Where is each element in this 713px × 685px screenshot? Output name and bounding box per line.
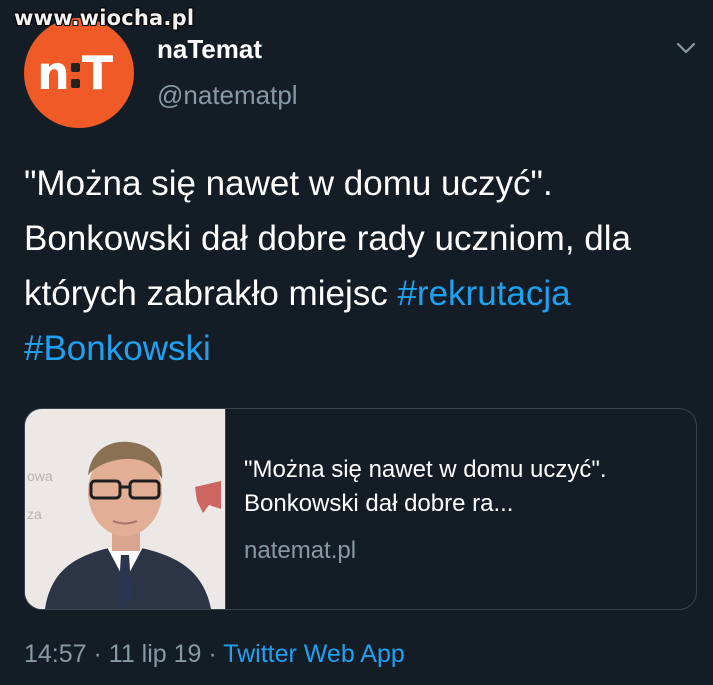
hashtag-rekrutacja[interactable]: #rekrutacja <box>397 274 570 313</box>
card-thumbnail-image: owa za <box>25 409 226 609</box>
meta-separator: · <box>201 640 224 668</box>
logo-letter-t: T <box>81 46 113 100</box>
logo-letter-n: n <box>37 46 70 100</box>
meta-separator: · <box>86 640 109 668</box>
card-domain: natemat.pl <box>244 537 357 564</box>
card-image-bg-text-2: za <box>27 506 42 522</box>
tweet-time[interactable]: 14:57 <box>24 640 87 668</box>
card-image-bg-text-1: owa <box>27 468 53 484</box>
hashtag-bonkowski[interactable]: #Bonkowski <box>24 329 211 368</box>
author-handle[interactable]: @natematpl <box>157 80 298 111</box>
tweet-date[interactable]: 11 lip 19 <box>109 640 202 668</box>
tweet-text: "Można się nawet w domu uczyć". Bonkowsk… <box>24 156 694 376</box>
link-card[interactable]: owa za "Można się nawet w domu uczyć". B… <box>24 408 697 610</box>
watermark: www.wiocha.pl <box>14 6 195 30</box>
tweet-source-link[interactable]: Twitter Web App <box>223 640 405 668</box>
tweet-metadata: 14:57 · 11 lip 19 · Twitter Web App <box>24 640 405 669</box>
card-title[interactable]: "Można się nawet w domu uczyć". Bonkowsk… <box>244 453 684 521</box>
avatar[interactable]: nT <box>24 18 134 128</box>
chevron-down-icon[interactable] <box>672 34 700 62</box>
natemat-logo: nT <box>37 46 121 100</box>
author-display-name[interactable]: naTemat <box>157 34 262 65</box>
logo-colon <box>68 46 82 100</box>
